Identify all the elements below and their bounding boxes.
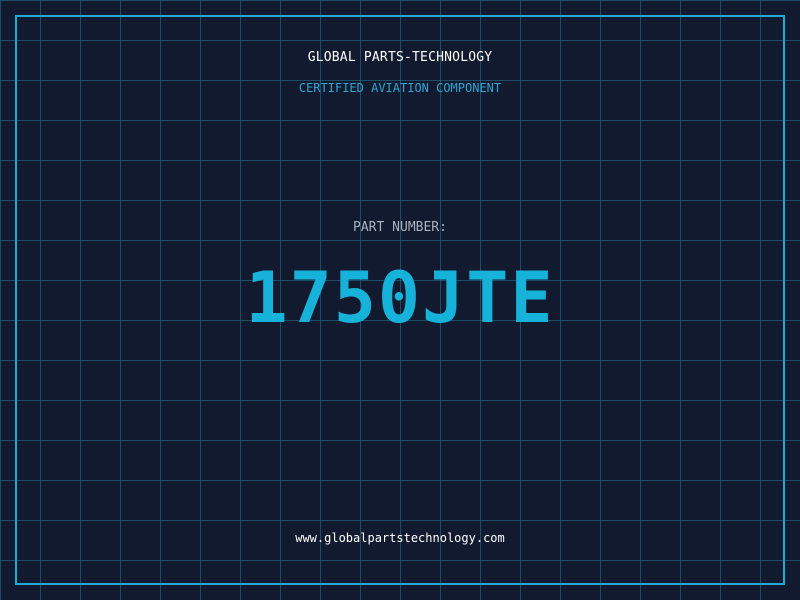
product-label-card: GLOBAL PARTS-TECHNOLOGY CERTIFIED AVIATI… bbox=[0, 0, 800, 600]
certification-tagline: CERTIFIED AVIATION COMPONENT bbox=[298, 81, 502, 95]
website-url: www.globalpartstechnology.com bbox=[295, 531, 505, 545]
company-name: GLOBAL PARTS-TECHNOLOGY bbox=[307, 50, 493, 65]
part-number-label: PART NUMBER: bbox=[353, 220, 447, 235]
part-number-value: 1750JTE bbox=[245, 257, 555, 339]
